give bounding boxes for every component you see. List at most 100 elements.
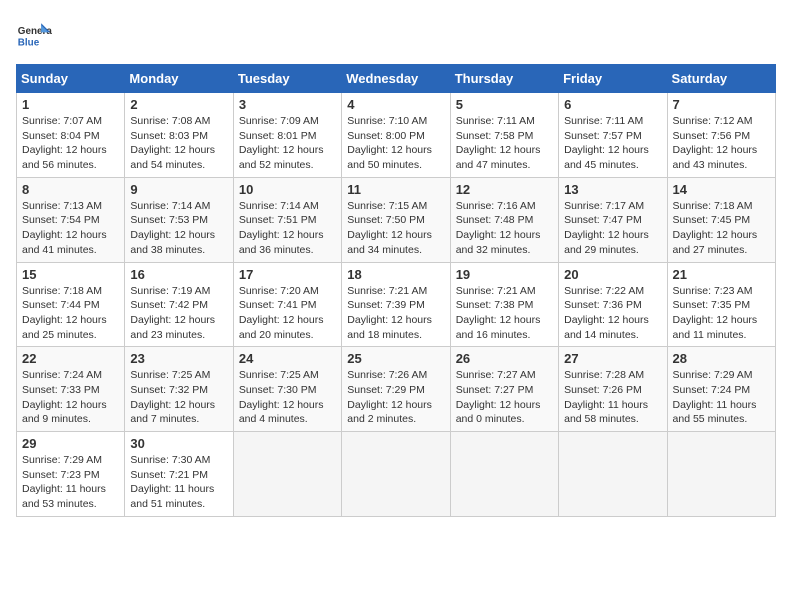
day-info: Sunrise: 7:25 AMSunset: 7:30 PMDaylight:… bbox=[239, 368, 336, 427]
day-cell: 13 Sunrise: 7:17 AMSunset: 7:47 PMDayligh… bbox=[559, 177, 667, 262]
day-cell: 14 Sunrise: 7:18 AMSunset: 7:45 PMDayligh… bbox=[667, 177, 775, 262]
day-info: Sunrise: 7:18 AMSunset: 7:45 PMDaylight:… bbox=[673, 199, 770, 258]
day-info: Sunrise: 7:19 AMSunset: 7:42 PMDaylight:… bbox=[130, 284, 227, 343]
day-info: Sunrise: 7:21 AMSunset: 7:39 PMDaylight:… bbox=[347, 284, 444, 343]
day-info: Sunrise: 7:16 AMSunset: 7:48 PMDaylight:… bbox=[456, 199, 553, 258]
day-number: 2 bbox=[130, 97, 227, 112]
svg-text:Blue: Blue bbox=[18, 38, 40, 49]
day-cell: 22 Sunrise: 7:24 AMSunset: 7:33 PMDayligh… bbox=[17, 347, 125, 432]
day-info: Sunrise: 7:11 AMSunset: 7:57 PMDaylight:… bbox=[564, 114, 661, 173]
day-cell: 11 Sunrise: 7:15 AMSunset: 7:50 PMDayligh… bbox=[342, 177, 450, 262]
day-cell: 27 Sunrise: 7:28 AMSunset: 7:26 PMDayligh… bbox=[559, 347, 667, 432]
day-cell: 3 Sunrise: 7:09 AMSunset: 8:01 PMDaylight… bbox=[233, 93, 341, 178]
day-cell: 15 Sunrise: 7:18 AMSunset: 7:44 PMDayligh… bbox=[17, 262, 125, 347]
day-cell: 23 Sunrise: 7:25 AMSunset: 7:32 PMDayligh… bbox=[125, 347, 233, 432]
day-info: Sunrise: 7:15 AMSunset: 7:50 PMDaylight:… bbox=[347, 199, 444, 258]
day-cell: 6 Sunrise: 7:11 AMSunset: 7:57 PMDaylight… bbox=[559, 93, 667, 178]
day-cell: 20Sunrise: 7:22 AMSunset: 7:36 PMDayligh… bbox=[559, 262, 667, 347]
day-number: 7 bbox=[673, 97, 770, 112]
day-info: Sunrise: 7:30 AMSunset: 7:21 PMDaylight:… bbox=[130, 453, 227, 512]
day-number: 17 bbox=[239, 267, 336, 282]
day-cell: 18 Sunrise: 7:21 AMSunset: 7:39 PMDayligh… bbox=[342, 262, 450, 347]
col-header-sunday: Sunday bbox=[17, 65, 125, 93]
day-number: 1 bbox=[22, 97, 119, 112]
day-info: Sunrise: 7:18 AMSunset: 7:44 PMDaylight:… bbox=[22, 284, 119, 343]
day-cell: 24 Sunrise: 7:25 AMSunset: 7:30 PMDayligh… bbox=[233, 347, 341, 432]
day-cell: 2 Sunrise: 7:08 AMSunset: 8:03 PMDaylight… bbox=[125, 93, 233, 178]
day-info: Sunrise: 7:21 AMSunset: 7:38 PMDaylight:… bbox=[456, 284, 553, 343]
day-info: Sunrise: 7:29 AMSunset: 7:24 PMDaylight:… bbox=[673, 368, 770, 427]
day-number: 4 bbox=[347, 97, 444, 112]
day-info: Sunrise: 7:27 AMSunset: 7:27 PMDaylight:… bbox=[456, 368, 553, 427]
day-info: Sunrise: 7:08 AMSunset: 8:03 PMDaylight:… bbox=[130, 114, 227, 173]
day-info: Sunrise: 7:09 AMSunset: 8:01 PMDaylight:… bbox=[239, 114, 336, 173]
day-number: 22 bbox=[22, 351, 119, 366]
logo-icon: General Blue bbox=[16, 16, 52, 52]
day-number: 15 bbox=[22, 267, 119, 282]
day-number: 18 bbox=[347, 267, 444, 282]
day-number: 13 bbox=[564, 182, 661, 197]
day-cell: 9 Sunrise: 7:14 AMSunset: 7:53 PMDaylight… bbox=[125, 177, 233, 262]
day-number: 27 bbox=[564, 351, 661, 366]
week-row-5: 29 Sunrise: 7:29 AMSunset: 7:23 PMDayligh… bbox=[17, 432, 776, 517]
day-number: 16 bbox=[130, 267, 227, 282]
day-number: 28 bbox=[673, 351, 770, 366]
col-header-thursday: Thursday bbox=[450, 65, 558, 93]
calendar-header-row: SundayMondayTuesdayWednesdayThursdayFrid… bbox=[17, 65, 776, 93]
day-info: Sunrise: 7:10 AMSunset: 8:00 PMDaylight:… bbox=[347, 114, 444, 173]
day-cell: 7 Sunrise: 7:12 AMSunset: 7:56 PMDaylight… bbox=[667, 93, 775, 178]
day-info: Sunrise: 7:07 AMSunset: 8:04 PMDaylight:… bbox=[22, 114, 119, 173]
day-cell: 8 Sunrise: 7:13 AMSunset: 7:54 PMDaylight… bbox=[17, 177, 125, 262]
day-cell: 19 Sunrise: 7:21 AMSunset: 7:38 PMDayligh… bbox=[450, 262, 558, 347]
day-info: Sunrise: 7:17 AMSunset: 7:47 PMDaylight:… bbox=[564, 199, 661, 258]
day-info: Sunrise: 7:12 AMSunset: 7:56 PMDaylight:… bbox=[673, 114, 770, 173]
day-number: 11 bbox=[347, 182, 444, 197]
day-number: 24 bbox=[239, 351, 336, 366]
day-number: 30 bbox=[130, 436, 227, 451]
day-info: Sunrise: 7:24 AMSunset: 7:33 PMDaylight:… bbox=[22, 368, 119, 427]
col-header-wednesday: Wednesday bbox=[342, 65, 450, 93]
day-cell bbox=[559, 432, 667, 517]
day-cell: 25 Sunrise: 7:26 AMSunset: 7:29 PMDayligh… bbox=[342, 347, 450, 432]
day-number: 23 bbox=[130, 351, 227, 366]
day-cell: 16 Sunrise: 7:19 AMSunset: 7:42 PMDayligh… bbox=[125, 262, 233, 347]
week-row-2: 8 Sunrise: 7:13 AMSunset: 7:54 PMDaylight… bbox=[17, 177, 776, 262]
day-info: Sunrise: 7:29 AMSunset: 7:23 PMDaylight:… bbox=[22, 453, 119, 512]
day-info: Sunrise: 7:14 AMSunset: 7:53 PMDaylight:… bbox=[130, 199, 227, 258]
day-number: 12 bbox=[456, 182, 553, 197]
day-cell: 5 Sunrise: 7:11 AMSunset: 7:58 PMDaylight… bbox=[450, 93, 558, 178]
day-number: 3 bbox=[239, 97, 336, 112]
day-cell: 30 Sunrise: 7:30 AMSunset: 7:21 PMDayligh… bbox=[125, 432, 233, 517]
day-number: 29 bbox=[22, 436, 119, 451]
day-info: Sunrise: 7:11 AMSunset: 7:58 PMDaylight:… bbox=[456, 114, 553, 173]
day-number: 5 bbox=[456, 97, 553, 112]
logo: General Blue bbox=[16, 16, 52, 52]
day-cell bbox=[450, 432, 558, 517]
day-number: 20 bbox=[564, 267, 661, 282]
day-cell: 1 Sunrise: 7:07 AMSunset: 8:04 PMDaylight… bbox=[17, 93, 125, 178]
header: General Blue bbox=[16, 16, 776, 52]
day-cell bbox=[233, 432, 341, 517]
day-number: 6 bbox=[564, 97, 661, 112]
day-cell: 10Sunrise: 7:14 AMSunset: 7:51 PMDayligh… bbox=[233, 177, 341, 262]
day-cell: 26Sunrise: 7:27 AMSunset: 7:27 PMDayligh… bbox=[450, 347, 558, 432]
day-number: 14 bbox=[673, 182, 770, 197]
col-header-saturday: Saturday bbox=[667, 65, 775, 93]
col-header-friday: Friday bbox=[559, 65, 667, 93]
day-number: 10 bbox=[239, 182, 336, 197]
day-info: Sunrise: 7:26 AMSunset: 7:29 PMDaylight:… bbox=[347, 368, 444, 427]
day-info: Sunrise: 7:28 AMSunset: 7:26 PMDaylight:… bbox=[564, 368, 661, 427]
week-row-4: 22 Sunrise: 7:24 AMSunset: 7:33 PMDayligh… bbox=[17, 347, 776, 432]
day-cell: 4 Sunrise: 7:10 AMSunset: 8:00 PMDaylight… bbox=[342, 93, 450, 178]
day-info: Sunrise: 7:13 AMSunset: 7:54 PMDaylight:… bbox=[22, 199, 119, 258]
day-cell: 21Sunrise: 7:23 AMSunset: 7:35 PMDayligh… bbox=[667, 262, 775, 347]
day-info: Sunrise: 7:25 AMSunset: 7:32 PMDaylight:… bbox=[130, 368, 227, 427]
day-number: 25 bbox=[347, 351, 444, 366]
day-number: 8 bbox=[22, 182, 119, 197]
calendar-body: 1 Sunrise: 7:07 AMSunset: 8:04 PMDaylight… bbox=[17, 93, 776, 517]
col-header-tuesday: Tuesday bbox=[233, 65, 341, 93]
day-number: 19 bbox=[456, 267, 553, 282]
day-info: Sunrise: 7:20 AMSunset: 7:41 PMDaylight:… bbox=[239, 284, 336, 343]
day-cell: 28 Sunrise: 7:29 AMSunset: 7:24 PMDayligh… bbox=[667, 347, 775, 432]
day-number: 9 bbox=[130, 182, 227, 197]
